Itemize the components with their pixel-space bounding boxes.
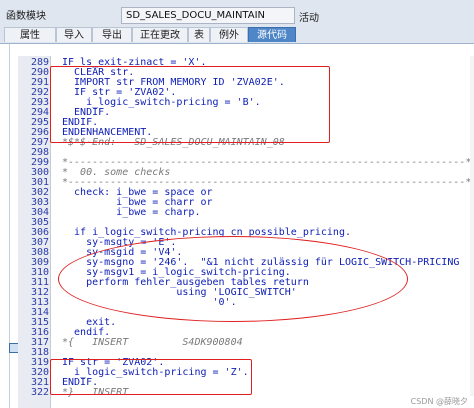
code-text: i_bwe = charp. (62, 207, 201, 218)
highlight-ellipse-error (58, 236, 408, 322)
function-module-label: 函数模块 (6, 11, 46, 22)
tab-import[interactable]: 导入 (56, 27, 92, 42)
watermark-text: CSDN @薛晓夕 (410, 397, 468, 406)
source-code-editor[interactable]: 289 IF ls_exit-zinact = 'X'. 290 CLEAR str… (18, 56, 474, 408)
code-line: 317 *{ INSERT S4DK900804 2 (18, 338, 474, 348)
function-module-name-field[interactable]: SD_SALES_DOCU_MAINTAIN (121, 7, 295, 24)
highlight-box-insert (50, 359, 252, 395)
editor-vertical-scrollbar[interactable] (470, 56, 474, 396)
left-gutter (0, 44, 10, 408)
tab-export[interactable]: 导出 (92, 27, 132, 42)
code-text: *{ INSERT S4DK900804 2 (62, 337, 474, 348)
tab-source-code[interactable]: 源代码 (248, 27, 296, 42)
function-module-header: 函数模块 SD_SALES_DOCU_MAINTAIN 活动 (0, 0, 474, 26)
tab-changing[interactable]: 正在更改 (132, 27, 188, 42)
tab-bar: 属性 导入 导出 正在更改 表 例外 源代码 (0, 26, 474, 44)
code-line: 304 i_bwe = charp. (18, 208, 474, 218)
activation-status: 活动 (299, 13, 319, 24)
tab-exceptions[interactable]: 例外 (210, 27, 248, 42)
highlight-box-enhancement (50, 66, 330, 143)
line-number: 322 (30, 387, 49, 398)
tab-attributes[interactable]: 属性 (4, 27, 56, 42)
tab-tables[interactable]: 表 (188, 27, 210, 42)
